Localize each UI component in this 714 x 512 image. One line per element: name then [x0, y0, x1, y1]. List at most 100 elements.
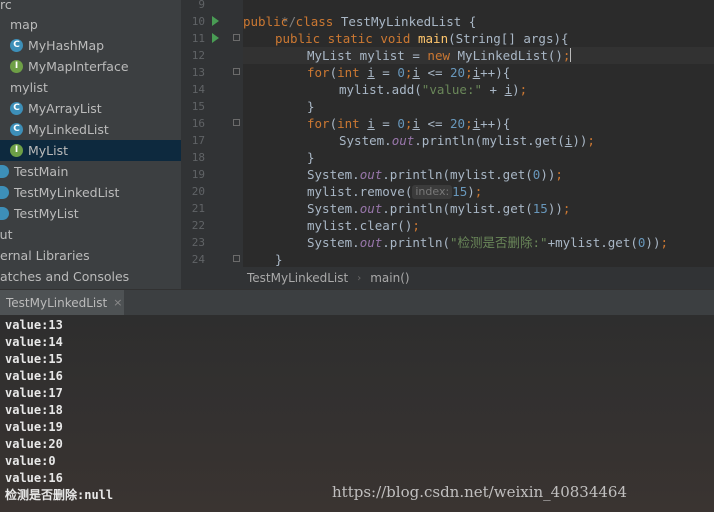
class-icon: C	[10, 102, 23, 115]
tree-item-testmylist[interactable]: TestMyList	[0, 203, 181, 224]
code-line-16: for(int i = 0;i <= 20;i++){	[307, 116, 511, 131]
tree-item-map[interactable]: map	[0, 14, 181, 35]
tree-item-mylinkedlist[interactable]: C MyLinkedList	[0, 119, 181, 140]
keyword-token: public class	[243, 14, 341, 29]
run-class-arrow-icon[interactable]	[212, 16, 219, 26]
interface-icon: I	[10, 144, 23, 157]
run-tab-bar: TestMyLinkedList ×	[0, 289, 714, 315]
console-line: value:13	[5, 318, 63, 332]
tree-item-label: TestMyLinkedList	[14, 185, 120, 200]
line-number: 23	[191, 236, 205, 249]
constructor-token: MyLinkedList()	[457, 48, 563, 63]
console-line: value:18	[5, 403, 63, 417]
declaration-token: MyList mylist =	[307, 48, 428, 63]
tree-item-label: ernal Libraries	[0, 248, 90, 263]
line-number: 14	[191, 83, 205, 96]
breadcrumb-item-method[interactable]: main()	[370, 267, 409, 289]
code-line-9: */	[251, 0, 296, 29]
method-name-token: main	[418, 31, 449, 46]
close-icon[interactable]: ×	[113, 296, 122, 309]
class-icon: C	[10, 123, 23, 136]
tree-item-out[interactable]: out	[0, 224, 181, 245]
code-line-12: MyList mylist = new MyLinkedList();	[243, 47, 714, 64]
tree-item-testmain[interactable]: TestMain	[0, 161, 181, 182]
code-line-14: mylist.add("value:" + i);	[339, 82, 528, 97]
interface-icon: I	[10, 60, 23, 73]
tree-item-label: MyLinkedList	[28, 122, 109, 137]
code-line-11: public static void main(String[] args){	[275, 30, 569, 47]
tree-item-src[interactable]: rc	[0, 0, 181, 15]
breadcrumb-separator: ›	[357, 272, 362, 284]
runnable-class-icon	[0, 207, 9, 220]
code-line-24: }	[275, 252, 283, 267]
console-line: value:17	[5, 386, 63, 400]
tree-item-myarraylist[interactable]: C MyArrayList	[0, 98, 181, 119]
run-tab-testmylinkedlist[interactable]: TestMyLinkedList ×	[0, 290, 124, 315]
line-number: 24	[191, 253, 205, 266]
tree-item-label: map	[10, 17, 38, 32]
line-number: 20	[191, 185, 205, 198]
code-line-15: }	[307, 99, 315, 114]
breadcrumb: TestMyLinkedList › main()	[181, 267, 714, 289]
text-caret	[570, 48, 572, 62]
code-line-17: System.out.println(mylist.get(i));	[339, 133, 595, 148]
line-number: 10	[191, 15, 205, 28]
line-number: 19	[191, 168, 205, 181]
code-line-13: for(int i = 0;i <= 20;i++){	[307, 65, 511, 80]
code-line-21: System.out.println(mylist.get(15));	[307, 201, 571, 216]
code-line-23: System.out.println("检测是否删除:"+mylist.get(…	[307, 235, 669, 250]
tree-item-testmylinkedlist[interactable]: TestMyLinkedList	[0, 182, 181, 203]
tree-item-myhashmap[interactable]: C MyHashMap	[0, 35, 181, 56]
params-token: (String[] args){	[448, 31, 569, 46]
tree-item-label: rc	[0, 0, 12, 12]
console-line: value:16	[5, 369, 63, 383]
editor-gutter[interactable]: 9 10 11 12 13 14 15 16 17 18 19 20 21 22…	[181, 0, 243, 267]
code-line-22: mylist.clear();	[307, 218, 420, 233]
code-editor[interactable]: 七 代 目 影 */ public class TestMyLinkedList…	[243, 0, 714, 267]
keyword-token: public static void	[275, 31, 418, 46]
fold-icon[interactable]	[233, 255, 240, 262]
tree-item-label: MyList	[28, 143, 69, 158]
console-line: value:19	[5, 420, 63, 434]
line-number: 16	[191, 117, 205, 130]
console-line: value:16	[5, 471, 63, 485]
tree-item-label: MyHashMap	[28, 38, 105, 53]
parameter-hint: index:	[412, 185, 453, 199]
keyword-token: new	[427, 48, 458, 63]
breadcrumb-item-class[interactable]: TestMyLinkedList	[247, 267, 348, 289]
runnable-class-icon	[0, 165, 9, 178]
line-number: 22	[191, 219, 205, 232]
class-icon: C	[10, 39, 23, 52]
tree-item-mymapinterface[interactable]: I MyMapInterface	[0, 56, 181, 77]
line-number: 11	[191, 32, 205, 45]
console-line: value:0	[5, 454, 56, 468]
semicolon-token: ;	[562, 48, 571, 63]
tree-item-mylist-folder[interactable]: mylist	[0, 77, 181, 98]
tree-item-label: MyArrayList	[28, 101, 102, 116]
console-line: value:20	[5, 437, 63, 451]
tree-item-scratches[interactable]: atches and Consoles	[0, 266, 181, 287]
console-line: value:15	[5, 352, 63, 366]
line-number: 12	[191, 49, 205, 62]
console-line: 检测是否删除:null	[5, 488, 114, 502]
tree-item-mylist[interactable]: I MyList	[0, 140, 181, 161]
code-line-20: mylist.remove(index: 15);	[307, 184, 483, 199]
tree-item-label: out	[0, 227, 13, 242]
fold-icon[interactable]	[233, 34, 240, 41]
line-number: 9	[198, 0, 205, 11]
tree-item-external-libraries[interactable]: ernal Libraries	[0, 245, 181, 266]
code-line-19: System.out.println(mylist.get(0));	[307, 167, 563, 182]
tree-item-label: atches and Consoles	[0, 269, 130, 284]
console-line: value:14	[5, 335, 63, 349]
fold-icon[interactable]	[233, 119, 240, 126]
line-number: 17	[191, 134, 205, 147]
tree-item-label: TestMain	[14, 164, 69, 179]
blog-watermark: https://blog.csdn.net/weixin_40834464	[332, 483, 628, 501]
runnable-class-icon	[0, 186, 9, 199]
run-main-arrow-icon[interactable]	[212, 33, 219, 43]
tree-item-label: MyMapInterface	[28, 59, 129, 74]
run-tab-label: TestMyLinkedList	[6, 295, 108, 310]
line-number: 13	[191, 66, 205, 79]
tree-item-label: TestMyList	[14, 206, 79, 221]
fold-icon[interactable]	[233, 68, 240, 75]
